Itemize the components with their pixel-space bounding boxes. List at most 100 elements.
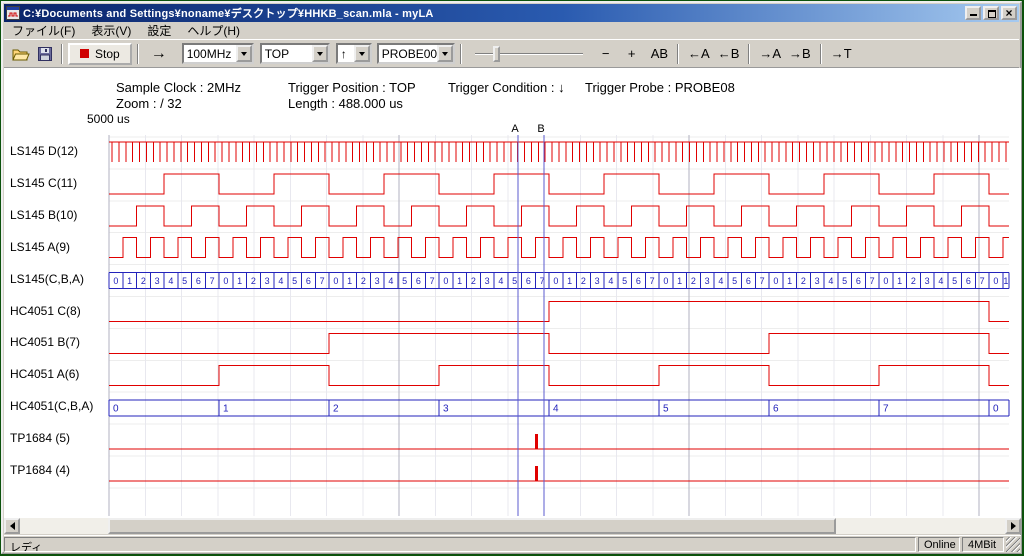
svg-text:0: 0 — [113, 276, 118, 286]
svg-text:3: 3 — [375, 276, 380, 286]
toolbar-separator — [460, 44, 462, 64]
stop-button[interactable]: Stop — [68, 43, 132, 65]
run-button[interactable]: → — [144, 43, 174, 65]
scrollbar-thumb[interactable] — [108, 518, 836, 534]
forward-marker-b-button[interactable]: →B — [785, 43, 815, 65]
chevron-down-icon[interactable] — [236, 45, 252, 62]
waveform-canvas[interactable]: 0123456701234567012345670123456701234567… — [4, 122, 1021, 518]
channel-label: LS145(C,B,A) — [10, 272, 84, 286]
svg-text:2: 2 — [251, 276, 256, 286]
svg-text:7: 7 — [760, 276, 765, 286]
svg-text:1: 1 — [457, 276, 462, 286]
scroll-left-button[interactable] — [4, 518, 20, 534]
scrollbar-track[interactable] — [20, 518, 1005, 534]
channel-label: TP1684 (4) — [10, 463, 70, 477]
zoom-in-button[interactable]: + — [621, 43, 643, 65]
svg-text:1: 1 — [897, 276, 902, 286]
svg-text:B: B — [537, 123, 544, 135]
zoom-info: Zoom : / 32 — [116, 96, 182, 111]
svg-text:3: 3 — [705, 276, 710, 286]
svg-text:A: A — [511, 123, 519, 135]
svg-text:6: 6 — [196, 276, 201, 286]
svg-text:7: 7 — [870, 276, 875, 286]
sample-clock-info: Sample Clock : 2MHz — [116, 80, 241, 95]
channel-label: LS145 A(9) — [10, 240, 70, 254]
scroll-right-button[interactable] — [1005, 518, 1021, 534]
svg-text:4: 4 — [828, 276, 833, 286]
sample-clock-combobox[interactable]: 100MHz — [182, 43, 254, 64]
svg-text:7: 7 — [650, 276, 655, 286]
slider-handle[interactable] — [493, 46, 500, 62]
forward-marker-a-button[interactable]: →A — [755, 43, 785, 65]
zoom-slider[interactable] — [473, 44, 585, 64]
goto-marker-b-button[interactable]: ←B — [714, 43, 744, 65]
ab-button[interactable]: AB — [647, 43, 672, 65]
window-title: C:¥Documents and Settings¥noname¥デスクトップ¥… — [23, 5, 962, 21]
menu-help[interactable]: ヘルプ(H) — [179, 20, 248, 41]
svg-text:5: 5 — [292, 276, 297, 286]
resize-grip[interactable] — [1006, 537, 1020, 552]
chevron-down-icon[interactable] — [354, 45, 370, 62]
menu-settings[interactable]: 設定 — [139, 20, 179, 41]
zoom-out-button[interactable]: − — [595, 43, 617, 65]
toolbar-separator — [748, 44, 750, 64]
svg-text:0: 0 — [443, 276, 448, 286]
svg-text:6: 6 — [416, 276, 421, 286]
maximize-button[interactable] — [983, 6, 999, 20]
menu-view[interactable]: 表示(V) — [83, 20, 139, 41]
stop-icon — [80, 49, 89, 58]
minimize-button[interactable] — [965, 6, 981, 20]
svg-text:0: 0 — [333, 276, 338, 286]
svg-text:3: 3 — [595, 276, 600, 286]
svg-text:0: 0 — [993, 276, 998, 286]
channel-label: LS145 B(10) — [10, 208, 77, 222]
channel-label: LS145 D(12) — [10, 144, 78, 158]
chevron-down-icon[interactable] — [312, 45, 328, 62]
svg-text:0: 0 — [993, 404, 999, 415]
svg-text:1: 1 — [787, 276, 792, 286]
stop-label: Stop — [95, 47, 120, 61]
goto-trigger-button[interactable]: →T — [827, 43, 856, 65]
svg-text:2: 2 — [361, 276, 366, 286]
app-window: C:¥Documents and Settings¥noname¥デスクトップ¥… — [1, 1, 1022, 554]
floppy-disk-icon — [38, 47, 52, 61]
svg-text:6: 6 — [746, 276, 751, 286]
open-file-button[interactable] — [8, 43, 34, 65]
svg-text:3: 3 — [485, 276, 490, 286]
main-toolbar: Stop → 100MHz TOP ↑ PROBE00 − + AB ←A ←B — [4, 40, 1019, 68]
chevron-down-icon[interactable] — [437, 45, 453, 62]
svg-text:1: 1 — [347, 276, 352, 286]
svg-text:4: 4 — [608, 276, 613, 286]
svg-text:3: 3 — [925, 276, 930, 286]
toolbar-separator — [61, 44, 63, 64]
probe-combobox[interactable]: PROBE00 — [377, 43, 455, 64]
svg-text:6: 6 — [306, 276, 311, 286]
svg-text:7: 7 — [883, 404, 889, 415]
horizontal-scrollbar[interactable] — [4, 518, 1021, 534]
svg-text:5: 5 — [842, 276, 847, 286]
trigger-position-combobox[interactable]: TOP — [260, 43, 330, 64]
svg-text:1: 1 — [223, 404, 229, 415]
svg-text:5: 5 — [512, 276, 517, 286]
svg-text:6: 6 — [526, 276, 531, 286]
close-icon: × — [1005, 6, 1012, 20]
trigger-edge-combobox[interactable]: ↑ — [336, 43, 372, 64]
slider-track — [475, 53, 583, 55]
status-message: レディ — [4, 537, 916, 552]
goto-marker-a-button[interactable]: ←A — [684, 43, 714, 65]
svg-text:0: 0 — [113, 404, 119, 415]
svg-text:1: 1 — [237, 276, 242, 286]
svg-text:2: 2 — [333, 404, 339, 415]
status-bar: レディ Online 4MBit — [4, 535, 1021, 553]
svg-text:5: 5 — [952, 276, 957, 286]
trigger-position-value: TOP — [262, 45, 312, 62]
svg-text:0: 0 — [773, 276, 778, 286]
svg-text:6: 6 — [773, 404, 779, 415]
svg-text:4: 4 — [278, 276, 283, 286]
menu-file[interactable]: ファイル(F) — [4, 20, 83, 41]
svg-text:0: 0 — [223, 276, 228, 286]
save-button[interactable] — [34, 43, 56, 65]
channel-label: TP1684 (5) — [10, 431, 70, 445]
close-button[interactable]: × — [1001, 6, 1017, 20]
svg-text:5: 5 — [622, 276, 627, 286]
